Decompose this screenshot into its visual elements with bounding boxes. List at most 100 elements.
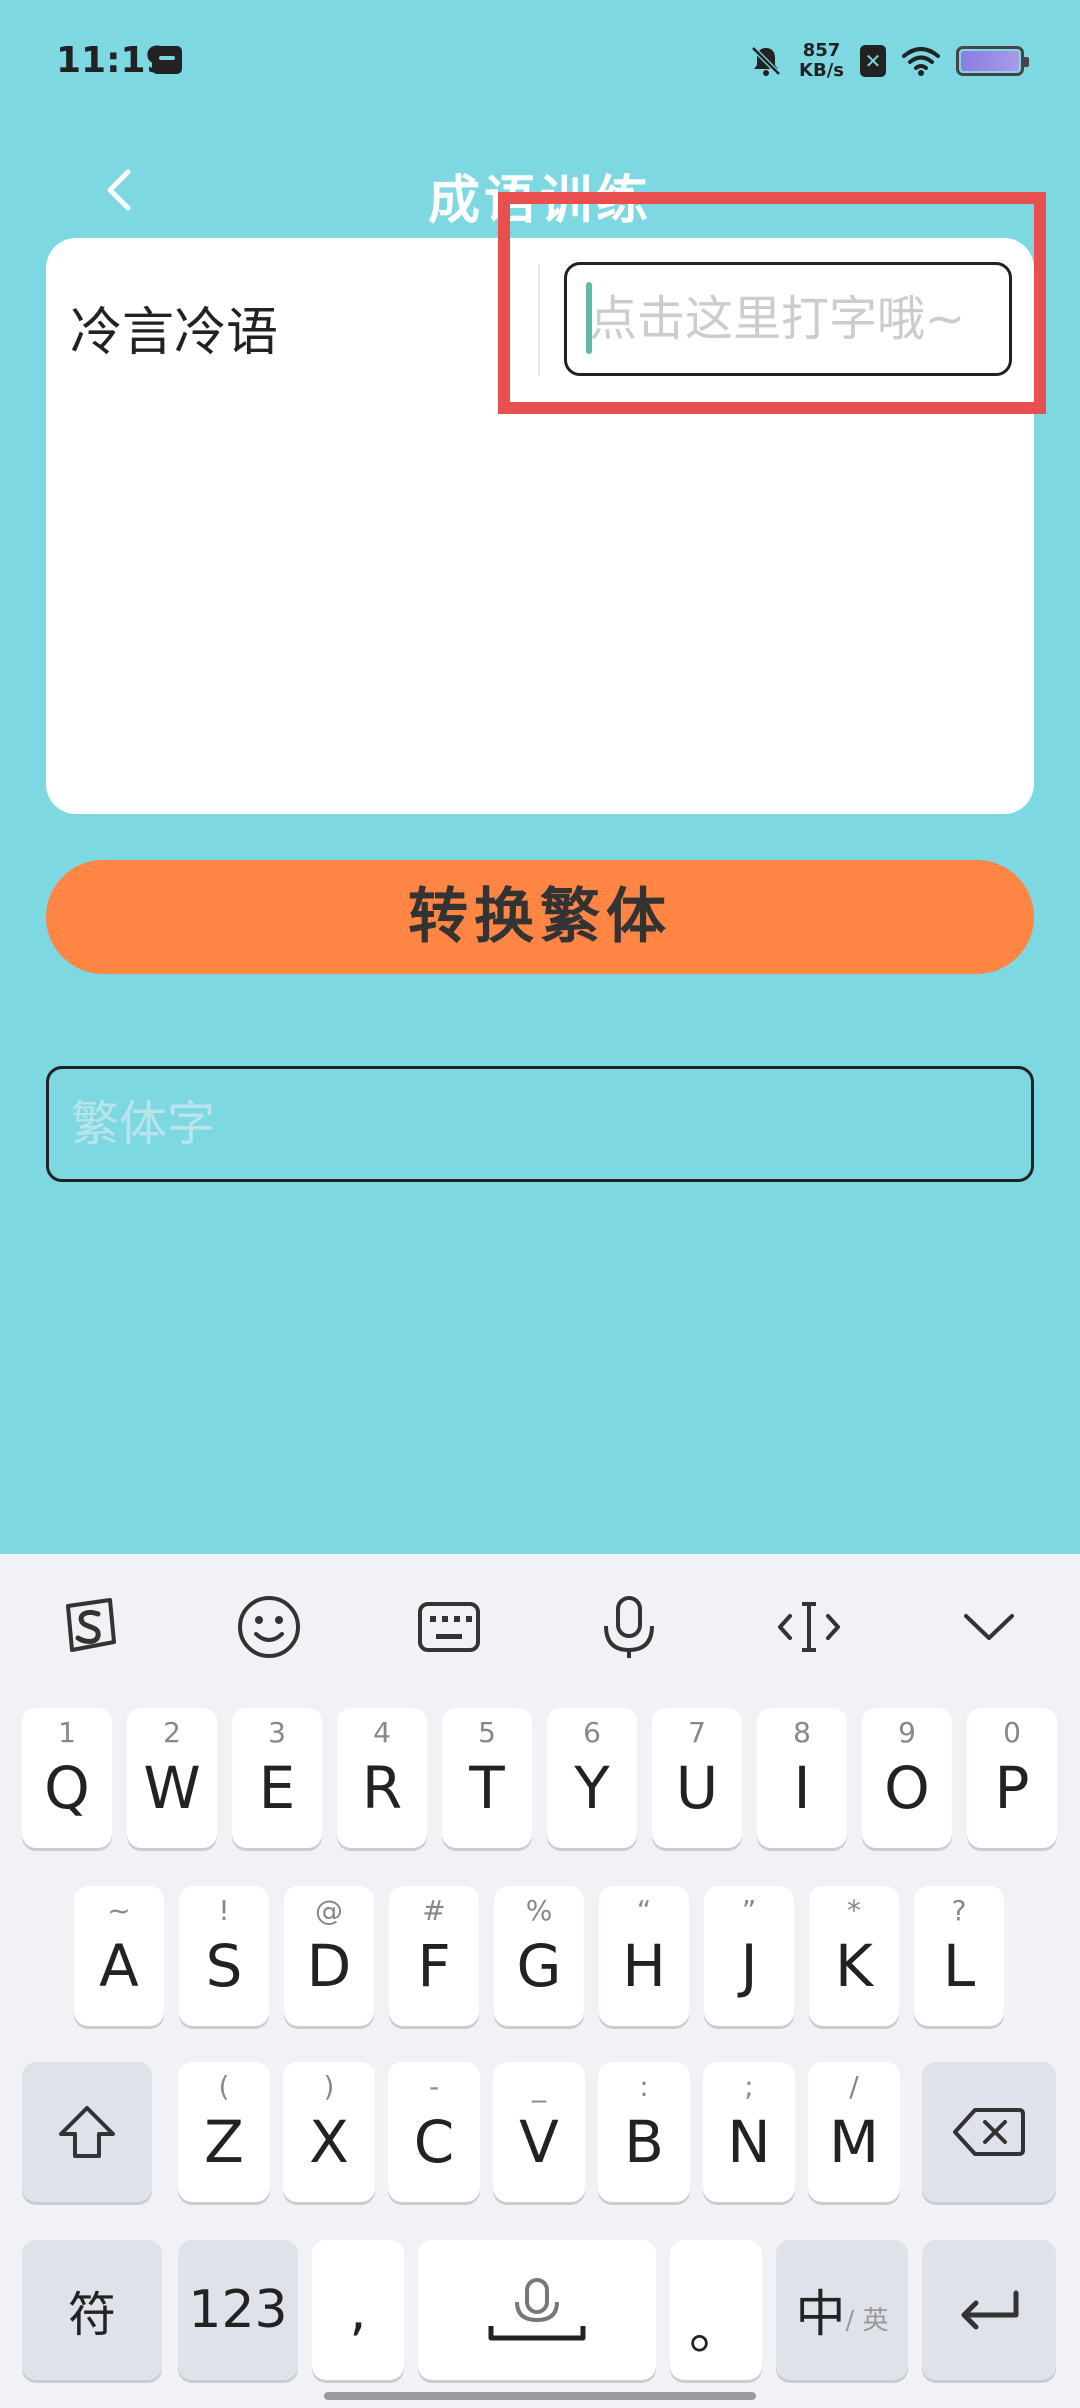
convert-traditional-button[interactable]: 转换繁体 (46, 860, 1034, 974)
backspace-icon (953, 2108, 1025, 2156)
symbols-key-label: 符 (67, 2287, 116, 2343)
highlight-box (498, 192, 1046, 414)
shift-key[interactable] (22, 2062, 152, 2202)
key-u[interactable]: 7U (652, 1708, 742, 1848)
key-y[interactable]: 6Y (547, 1708, 637, 1848)
key-label: X (309, 2108, 349, 2176)
key-hint-label: 4 (373, 1716, 391, 1749)
key-hint-label: % (525, 1894, 553, 1927)
app-notification-icon (152, 46, 182, 74)
key-hint-label: _ (532, 2070, 546, 2103)
sogou-logo-icon[interactable] (54, 1592, 124, 1662)
key-hint-label: ! (218, 1894, 230, 1927)
network-speed-unit: KB/s (799, 60, 844, 81)
key-k[interactable]: * K (809, 1886, 899, 2026)
key-t[interactable]: 5T (442, 1708, 532, 1848)
key-label: K (834, 1932, 874, 2000)
key-hint-label: ~ (107, 1894, 131, 1927)
comma-key-label: , (349, 2278, 367, 2342)
key-n[interactable]: ; N (703, 2062, 795, 2202)
period-key[interactable]: 。 (670, 2240, 762, 2380)
key-label: G (516, 1932, 562, 2000)
key-label: C (413, 2108, 455, 2176)
microphone-icon[interactable] (594, 1592, 664, 1662)
keyboard-icon[interactable] (414, 1592, 484, 1662)
key-hint-label: 8 (793, 1716, 811, 1749)
space-key[interactable] (418, 2240, 656, 2380)
backspace-key[interactable] (922, 2062, 1056, 2202)
key-q[interactable]: 1Q (22, 1708, 112, 1848)
text-cursor-icon[interactable] (774, 1592, 844, 1662)
wifi-icon (902, 47, 940, 76)
language-switch-key[interactable]: 中 / 英 (776, 2240, 908, 2380)
status-icons: 857 KB/s ✕ (749, 36, 1029, 86)
key-p[interactable]: 0P (967, 1708, 1057, 1848)
key-v[interactable]: _ V (493, 2062, 585, 2202)
key-c[interactable]: -C (388, 2062, 480, 2202)
key-b[interactable]: :B (598, 2062, 690, 2202)
key-hint-label: “ (636, 1894, 652, 1927)
key-label: T (469, 1754, 505, 1822)
sim-card-icon: ✕ (860, 45, 886, 77)
key-z[interactable]: (Z (178, 2062, 270, 2202)
key-hint-label: 6 (583, 1716, 601, 1749)
key-j[interactable]: ” J (704, 1886, 794, 2026)
key-i[interactable]: 8I (757, 1708, 847, 1848)
key-m[interactable]: / M (808, 2062, 900, 2202)
key-hint-label: : (639, 2070, 649, 2103)
key-s[interactable]: ! S (179, 1886, 269, 2026)
key-o[interactable]: 9O (862, 1708, 952, 1848)
key-g[interactable]: % G (494, 1886, 584, 2026)
network-speed: 857 KB/s (799, 41, 844, 81)
home-indicator[interactable] (324, 2392, 756, 2400)
voice-space-icon (488, 2278, 586, 2341)
key-label: V (519, 2108, 559, 2176)
key-l[interactable]: ? L (914, 1886, 1004, 2026)
battery-icon (956, 46, 1029, 76)
status-bar: 11:19 857 KB/s ✕ (0, 0, 1080, 120)
key-d[interactable]: @ D (284, 1886, 374, 2026)
idiom-text: 冷言冷语 (70, 303, 279, 363)
key-label: A (99, 1932, 139, 2000)
period-key-label: 。 (689, 2297, 743, 2361)
key-hint-label: @ (315, 1894, 343, 1927)
key-label: E (258, 1754, 296, 1822)
traditional-result-field[interactable]: 繁体字 (46, 1066, 1034, 1182)
battery-level (961, 51, 1019, 71)
key-hint-label: # (422, 1894, 446, 1927)
key-label: I (793, 1754, 811, 1822)
enter-key[interactable] (922, 2240, 1056, 2380)
key-label: W (143, 1754, 201, 1822)
key-f[interactable]: # F (389, 1886, 479, 2026)
key-hint-label: ; (744, 2070, 754, 2103)
key-label: O (884, 1754, 930, 1822)
numbers-key[interactable]: 123 (178, 2240, 298, 2380)
enter-arrow-icon (961, 2290, 1019, 2330)
key-hint-label: 5 (478, 1716, 496, 1749)
symbols-key[interactable]: 符 (22, 2240, 162, 2380)
key-hint-label: ” (741, 1894, 757, 1927)
key-h[interactable]: “H (599, 1886, 689, 2026)
key-label: P (994, 1754, 1030, 1822)
key-a[interactable]: ~ A (74, 1886, 164, 2026)
key-label: S (205, 1932, 243, 2000)
emoji-icon[interactable] (234, 1592, 304, 1662)
key-hint-label: - (428, 2070, 440, 2103)
key-hint-label: / (849, 2070, 859, 2103)
key-label: Y (574, 1754, 610, 1822)
key-hint-label: 0 (1003, 1716, 1021, 1749)
shift-arrow-icon (59, 2106, 115, 2158)
collapse-icon[interactable] (954, 1592, 1024, 1662)
comma-key[interactable]: , (312, 2240, 404, 2380)
key-hint-label: 1 (58, 1716, 76, 1749)
key-w[interactable]: 2W (127, 1708, 217, 1848)
key-x[interactable]: ) X (283, 2062, 375, 2202)
language-key-label: 中 (795, 2285, 846, 2343)
key-r[interactable]: 4R (337, 1708, 427, 1848)
key-label: Z (204, 2108, 244, 2176)
key-hint-label: 7 (688, 1716, 706, 1749)
key-label: D (306, 1932, 352, 2000)
key-hint-label: ) (323, 2070, 335, 2103)
key-hint-label: 9 (898, 1716, 916, 1749)
key-e[interactable]: 3E (232, 1708, 322, 1848)
